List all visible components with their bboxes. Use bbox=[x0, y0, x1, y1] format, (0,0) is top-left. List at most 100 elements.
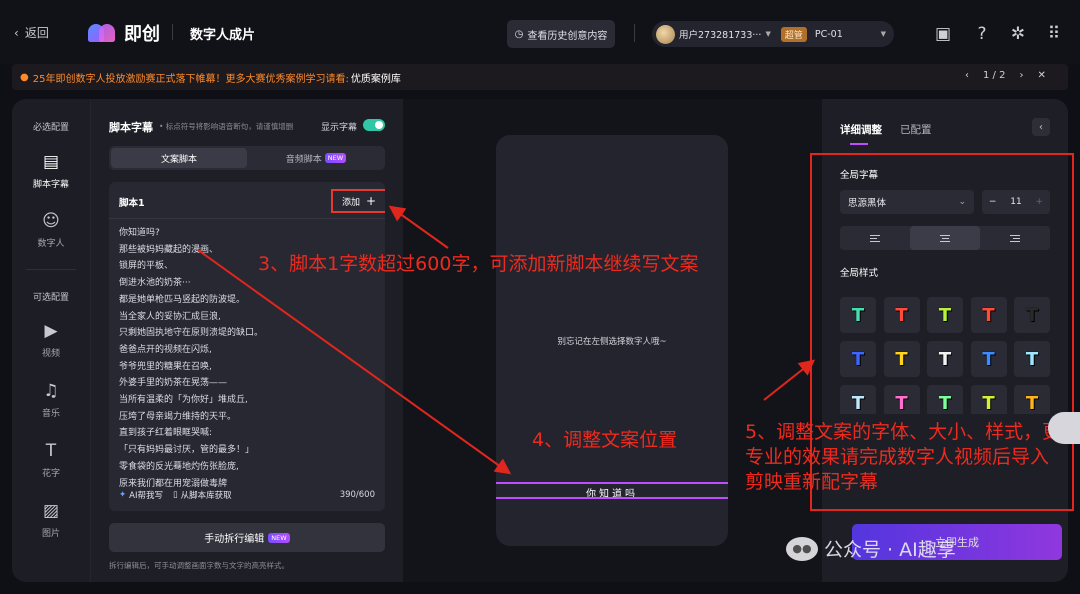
history-button[interactable]: ◷ 查看历史创意内容 bbox=[507, 20, 615, 48]
active-tab-indicator bbox=[850, 143, 868, 145]
add-script-button[interactable]: 添加 + bbox=[331, 189, 385, 213]
app-name: 即创 bbox=[124, 24, 160, 45]
back-label: 返回 bbox=[24, 26, 49, 40]
tab-detail[interactable]: 详细调整 bbox=[840, 122, 882, 137]
banner-page: 1 / 2 bbox=[983, 70, 1006, 81]
script-line: 都是她单枪匹马竖起的防波堤。 bbox=[119, 294, 246, 305]
subtitle-handle-top[interactable] bbox=[496, 482, 728, 484]
floating-side-button[interactable] bbox=[1048, 412, 1080, 444]
empty-avatar-message: 别忘记在左侧选择数字人哦~ bbox=[557, 337, 667, 347]
script-line: 只剩她固执地守在原则溃堤的缺口。 bbox=[119, 328, 264, 339]
prev-icon[interactable]: ‹ bbox=[965, 70, 969, 81]
plugin-icon[interactable]: ✲ bbox=[1006, 22, 1030, 46]
show-subtitles-label: 显示字幕 bbox=[321, 123, 358, 133]
tab-audio-script[interactable]: 音频脚本 NEW bbox=[249, 148, 383, 168]
nav-label: 花字 bbox=[41, 469, 60, 479]
collapse-panel-button[interactable]: ‹ bbox=[1032, 118, 1050, 136]
script-line: 爸爸点开的视频在闪烁, bbox=[119, 344, 212, 355]
optional-section-label: 可选配置 bbox=[32, 293, 69, 303]
script-line: 爷爷兜里的糖果在召唤, bbox=[119, 361, 212, 372]
manual-split-hint: 拆行编辑后，可手动调整画面字数与文字的高亮样式。 bbox=[109, 561, 289, 570]
nav-item-text-art[interactable]: T 花字 bbox=[12, 441, 90, 479]
left-nav: 必选配置 ▤ 脚本字幕 ☺ 数字人 可选配置 ▶ 视频 ♫ 音乐 T 花字 ▨ … bbox=[12, 99, 90, 582]
back-button[interactable]: ‹ 返回 bbox=[14, 24, 49, 41]
script-panel: 脚本字幕 • 标点符号将影响语音断句，请谨慎增删 显示字幕 文案脚本 音频脚本 … bbox=[90, 99, 403, 582]
wallet-icon[interactable]: ▣ bbox=[931, 22, 955, 46]
nav-label: 图片 bbox=[41, 529, 60, 539]
nav-label: 音乐 bbox=[41, 409, 60, 419]
from-library-button[interactable]: 从脚本库获取 bbox=[181, 489, 232, 501]
close-icon[interactable]: ✕ bbox=[1037, 70, 1045, 81]
banner-text: 25年即创数字人投放激励赛正式落下帷幕！更多大赛优秀案例学习请看: bbox=[32, 73, 349, 85]
script-title: 脚本1 bbox=[119, 198, 145, 209]
script-line: 你知道吗? bbox=[119, 228, 160, 238]
script-line: 直到孩子红着眼眶哭喊: bbox=[119, 428, 213, 439]
ai-icon: ✦ bbox=[119, 490, 127, 500]
chevron-left-icon: ‹ bbox=[14, 25, 19, 40]
help-icon[interactable]: ? bbox=[970, 22, 994, 46]
manual-split-button[interactable]: 手动拆行编辑 NEW bbox=[109, 523, 385, 552]
annotation-5: 5、调整文案的字体、大小、样式，更专业的效果请完成数字人视频后导入剪映重新配字幕 bbox=[745, 421, 1062, 493]
wechat-icon: ●● bbox=[786, 536, 818, 561]
script-line: 压垮了母亲竭力维持的天平。 bbox=[119, 411, 237, 422]
divider bbox=[26, 269, 76, 270]
avatar bbox=[656, 24, 675, 44]
logo-icon bbox=[88, 22, 118, 44]
nav-item-avatar[interactable]: ☺ 数字人 bbox=[12, 211, 90, 249]
nav-item-music[interactable]: ♫ 音乐 bbox=[12, 381, 90, 419]
show-subtitles-toggle[interactable] bbox=[363, 119, 385, 131]
nav-label: 脚本字幕 bbox=[32, 180, 69, 190]
video-preview: 别忘记在左侧选择数字人哦~ 你知道吗 bbox=[496, 135, 728, 546]
script-line: 零食袋的反光蓦地灼伤张脸庞, bbox=[119, 461, 239, 472]
new-badge: NEW bbox=[324, 153, 347, 163]
warning-icon: ● bbox=[20, 71, 29, 83]
watermark: ●● 公众号 · AI趣享 bbox=[786, 535, 956, 562]
announcement-banner: ● 25年即创数字人投放激励赛正式落下帷幕！更多大赛优秀案例学习请看: 优质案例… bbox=[12, 64, 1068, 90]
divider bbox=[634, 24, 635, 42]
apps-grid-icon[interactable]: ⠿ bbox=[1042, 22, 1066, 46]
script-line: 当全家人的妥协汇成巨浪, bbox=[119, 311, 221, 322]
ai-help-button[interactable]: AI帮我写 bbox=[129, 489, 163, 501]
required-section-label: 必选配置 bbox=[32, 123, 69, 133]
plus-icon: + bbox=[365, 194, 377, 208]
script-line: 倒进水池的奶茶··· bbox=[119, 278, 191, 289]
caret-down-icon: ▼ bbox=[765, 30, 771, 38]
music-icon: ♫ bbox=[43, 381, 59, 401]
script-line: 「只有妈妈最讨厌，管的最多！」 bbox=[119, 445, 255, 456]
image-icon: ▨ bbox=[42, 501, 60, 521]
case-library-link[interactable]: 优质案例库 bbox=[351, 70, 401, 85]
watermark-text: 公众号 · AI趣享 bbox=[824, 539, 956, 561]
person-icon: ☺ bbox=[42, 211, 60, 231]
user-name: 用户273281733··· bbox=[679, 30, 762, 41]
role-badge: 超管 bbox=[780, 26, 807, 42]
script-line: 当所有温柔的「为你好」堆成丘, bbox=[119, 395, 248, 406]
library-icon: ▯ bbox=[172, 490, 178, 500]
script-icon: ▤ bbox=[42, 152, 60, 172]
panel-title: 脚本字幕 bbox=[109, 121, 153, 134]
app-logo: 即创 bbox=[88, 20, 160, 46]
nav-item-script[interactable]: ▤ 脚本字幕 bbox=[12, 152, 90, 190]
text-art-icon: T bbox=[45, 441, 57, 461]
nav-label: 数字人 bbox=[37, 239, 65, 249]
nav-item-video[interactable]: ▶ 视频 bbox=[12, 321, 90, 359]
chevron-left-icon: ‹ bbox=[1039, 121, 1043, 133]
script-card: 脚本1 添加 + 你知道吗? 那些被妈妈藏起的漫画、 锁屏的平板、 倒进水池的奶茶··… bbox=[109, 182, 385, 511]
next-icon[interactable]: › bbox=[1019, 70, 1023, 81]
annotation-3: 3、脚本1字数超过600字，可添加新脚本继续写文案 bbox=[258, 253, 699, 275]
subtitle-handle-bottom[interactable] bbox=[496, 497, 728, 499]
account-switcher[interactable]: 用户273281733··· ▼ 超管 PC-01 ▼ bbox=[652, 21, 894, 47]
org-name: PC-01 bbox=[814, 28, 843, 40]
divider bbox=[172, 24, 173, 40]
panel-hint: • 标点符号将影响语音断句，请谨慎增删 bbox=[159, 122, 294, 131]
clock-icon: ◷ bbox=[514, 28, 524, 40]
video-icon: ▶ bbox=[44, 321, 58, 341]
tab-configured[interactable]: 已配置 bbox=[900, 122, 932, 137]
history-button-label: 查看历史创意内容 bbox=[527, 30, 608, 42]
script-line: 外婆手里的奶茶在晃荡—— bbox=[119, 378, 228, 389]
add-label: 添加 bbox=[341, 197, 360, 208]
divider bbox=[109, 218, 385, 219]
annotation-4: 4、调整文案位置 bbox=[532, 429, 678, 451]
nav-item-image[interactable]: ▨ 图片 bbox=[12, 501, 90, 539]
tab-text-script[interactable]: 文案脚本 bbox=[111, 148, 247, 168]
banner-pager: ‹ 1 / 2 › ✕ bbox=[965, 70, 1046, 81]
